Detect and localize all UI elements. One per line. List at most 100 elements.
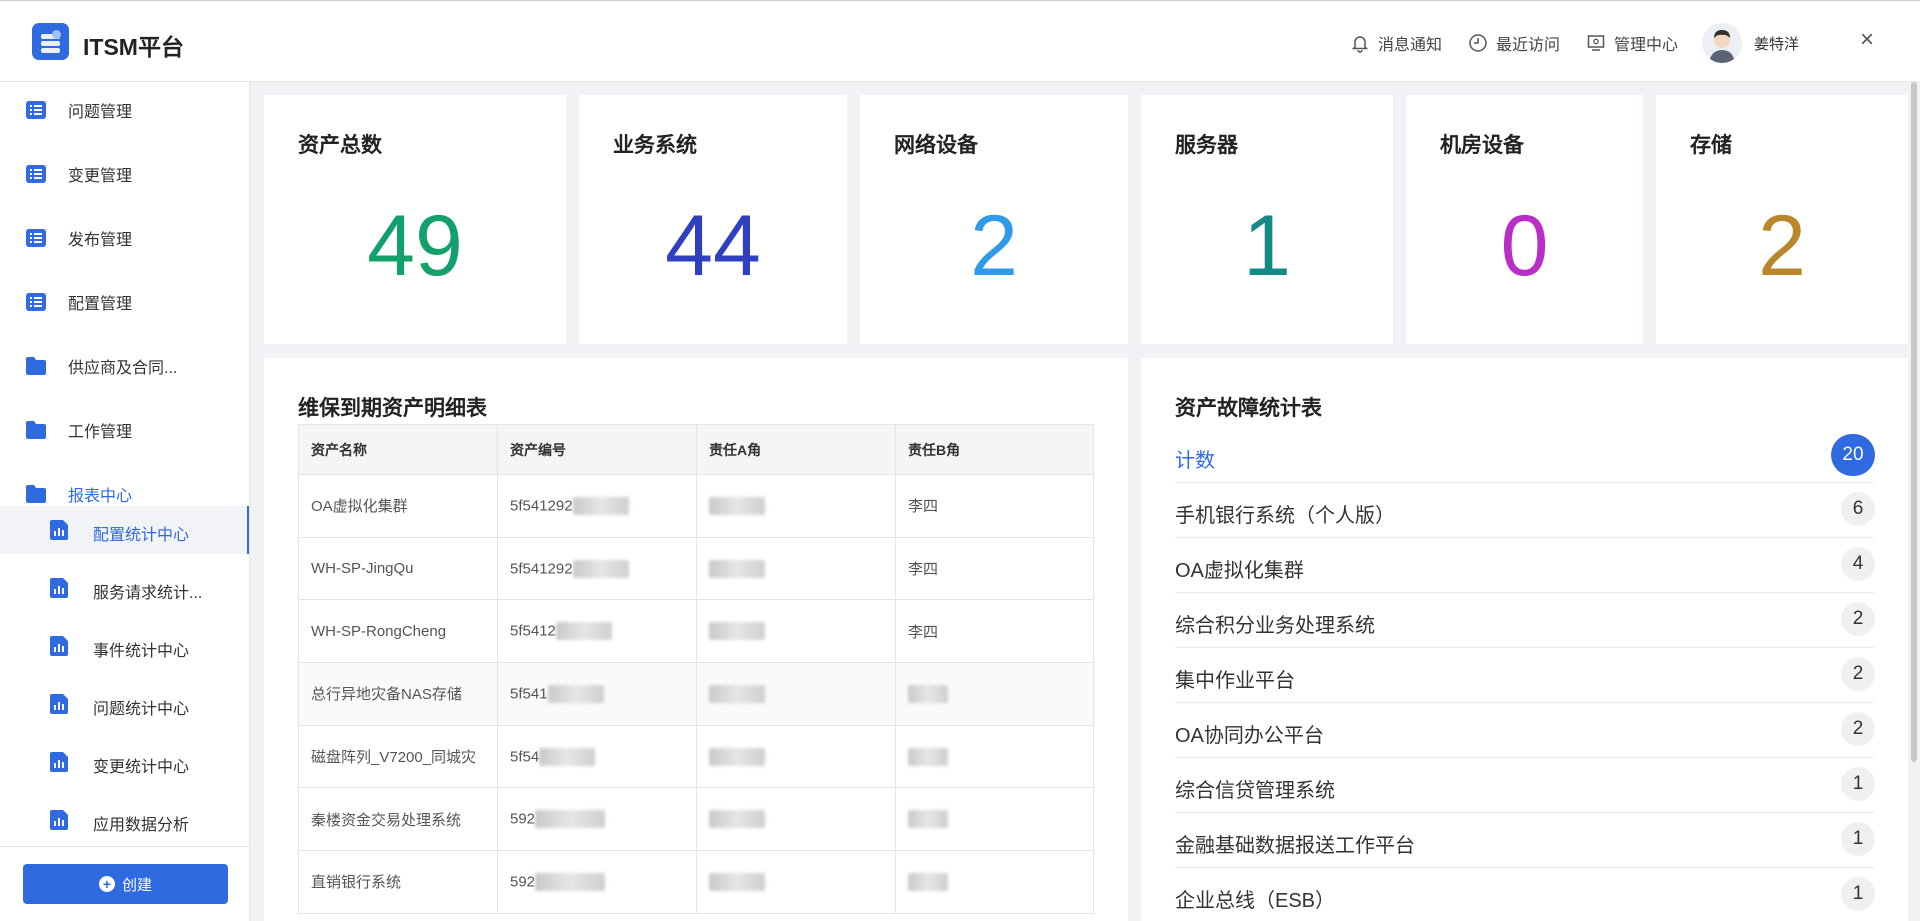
report-icon bbox=[50, 636, 68, 656]
owner-a-cell bbox=[696, 536, 896, 601]
list-item[interactable]: OA协同办公平台 2 bbox=[1175, 703, 1875, 758]
redacted-block bbox=[709, 810, 765, 829]
sidebar-item-release-management[interactable]: 发布管理 bbox=[0, 218, 249, 258]
column-header[interactable]: 资产名称 bbox=[298, 424, 498, 475]
stat-card-total-assets: 资产总数 49 bbox=[264, 95, 566, 344]
fault-count-header: 计数 20 bbox=[1175, 428, 1875, 483]
stat-value: 2 bbox=[970, 198, 1018, 294]
create-button-label: 创建 bbox=[121, 876, 152, 894]
notifications-button[interactable]: 消息通知 bbox=[1350, 31, 1442, 55]
sidebar-subitem-service-request-stats[interactable]: 服务请求统计... bbox=[0, 564, 249, 612]
fault-count-badge: 1 bbox=[1841, 877, 1875, 911]
close-icon[interactable]: × bbox=[1856, 28, 1878, 52]
redacted-block bbox=[709, 559, 765, 578]
folder-icon bbox=[26, 357, 46, 375]
user-avatar-icon bbox=[1709, 30, 1735, 63]
fault-system-name: 综合信贷管理系统 bbox=[1175, 780, 1335, 802]
top-header: ITSM平台 消息通知 最近访问 管理中心 姜特洋 × bbox=[0, 0, 1920, 82]
table-row[interactable]: 秦楼资金交易处理系统 592 bbox=[298, 787, 1094, 852]
sidebar-subitem-label: 应用数据分析 bbox=[93, 817, 190, 834]
sidebar-item-problem-management[interactable]: 问题管理 bbox=[0, 90, 249, 130]
asset-code: 592 bbox=[510, 810, 536, 828]
list-icon bbox=[26, 229, 46, 247]
redacted-block bbox=[539, 747, 596, 766]
list-item[interactable]: 企业总线（ESB） 1 bbox=[1175, 868, 1875, 921]
recent-visits-label: 最近访问 bbox=[1496, 37, 1561, 54]
sidebar-item-config-management[interactable]: 配置管理 bbox=[0, 282, 249, 322]
table-row[interactable]: WH-SP-JingQu 5f541292 李四 bbox=[298, 536, 1094, 601]
list-item[interactable]: 综合积分业务处理系统 2 bbox=[1175, 593, 1875, 648]
asset-code-cell: 5f5412 bbox=[497, 599, 697, 664]
notifications-label: 消息通知 bbox=[1378, 37, 1443, 54]
sidebar-subitem-config-stats[interactable]: 配置统计中心 bbox=[0, 506, 249, 554]
table-row[interactable]: OA虚拟化集群 5f541292 李四 bbox=[298, 474, 1094, 538]
sidebar-subitem-problem-stats[interactable]: 问题统计中心 bbox=[0, 680, 249, 728]
sidebar-item-label: 供应商及合同... bbox=[68, 360, 178, 377]
folder-icon bbox=[26, 421, 46, 439]
sidebar-item-work-management[interactable]: 工作管理 bbox=[0, 410, 249, 450]
asset-code-cell: 5f541 bbox=[497, 662, 697, 726]
list-item[interactable]: 集中作业平台 2 bbox=[1175, 648, 1875, 703]
report-icon bbox=[50, 694, 68, 714]
stat-value: 1 bbox=[1243, 198, 1291, 294]
redacted-block bbox=[709, 747, 765, 766]
list-item[interactable]: OA虚拟化集群 4 bbox=[1175, 538, 1875, 593]
asset-code: 5f5412 bbox=[510, 622, 556, 640]
fault-total-badge: 20 bbox=[1831, 434, 1875, 476]
list-item[interactable]: 手机银行系统（个人版） 6 bbox=[1175, 483, 1875, 538]
sidebar-subitem-app-data-analysis[interactable]: 应用数据分析 bbox=[0, 796, 249, 844]
list-item[interactable]: 金融基础数据报送工作平台 1 bbox=[1175, 813, 1875, 868]
owner-a-cell bbox=[696, 599, 896, 664]
asset-code-cell: 5f541292 bbox=[497, 536, 697, 601]
column-header[interactable]: 责任B角 bbox=[895, 424, 1094, 475]
redacted-block bbox=[572, 559, 629, 578]
sidebar-subitem-change-stats[interactable]: 变更统计中心 bbox=[0, 738, 249, 786]
table-row[interactable]: 直销银行系统 592 bbox=[298, 850, 1094, 914]
maintenance-title: 维保到期资产明细表 bbox=[298, 397, 487, 420]
asset-code-cell: 592 bbox=[497, 787, 697, 852]
sidebar-item-label: 问题管理 bbox=[68, 104, 133, 121]
admin-center-button[interactable]: 管理中心 bbox=[1586, 31, 1678, 55]
column-header[interactable]: 责任A角 bbox=[696, 424, 896, 475]
owner-b-cell bbox=[895, 724, 1094, 789]
sidebar-item-change-management[interactable]: 变更管理 bbox=[0, 154, 249, 194]
fault-count-label: 计数 bbox=[1175, 450, 1215, 472]
table-row[interactable]: WH-SP-RongCheng 5f5412 李四 bbox=[298, 599, 1094, 664]
asset-name-cell: OA虚拟化集群 bbox=[298, 474, 498, 538]
table-row[interactable]: 总行异地灾备NAS存储 5f541 bbox=[298, 662, 1094, 726]
user-avatar[interactable] bbox=[1702, 23, 1742, 63]
scrollbar-thumb[interactable] bbox=[1911, 82, 1917, 762]
app-logo-icon bbox=[32, 23, 69, 60]
page-scrollbar[interactable] bbox=[1908, 82, 1920, 921]
sidebar-subitem-incident-stats[interactable]: 事件统计中心 bbox=[0, 622, 249, 670]
sidebar-item-label: 报表中心 bbox=[68, 488, 133, 505]
stat-card-datacenter-devices: 机房设备 0 bbox=[1406, 95, 1643, 344]
redacted-block bbox=[908, 872, 948, 891]
fault-count-badge: 4 bbox=[1841, 547, 1875, 581]
app-title: ITSM平台 bbox=[83, 34, 184, 60]
table-row[interactable]: 磁盘阵列_V7200_同城灾 5f54 bbox=[298, 724, 1094, 789]
asset-name-cell: 总行异地灾备NAS存储 bbox=[298, 662, 498, 726]
sidebar-footer: + 创建 bbox=[0, 846, 249, 921]
stat-title: 服务器 bbox=[1175, 134, 1238, 157]
redacted-block bbox=[555, 622, 612, 641]
redacted-block bbox=[709, 622, 765, 641]
recent-visits-button[interactable]: 最近访问 bbox=[1468, 31, 1560, 55]
fault-system-name: 集中作业平台 bbox=[1175, 670, 1295, 692]
list-item[interactable]: 综合信贷管理系统 1 bbox=[1175, 758, 1875, 813]
column-header[interactable]: 资产编号 bbox=[497, 424, 697, 475]
report-icon bbox=[50, 810, 68, 830]
sidebar-item-vendors-contracts[interactable]: 供应商及合同... bbox=[0, 346, 249, 386]
fault-system-name: OA协同办公平台 bbox=[1175, 725, 1324, 747]
stat-card-network-devices: 网络设备 2 bbox=[860, 95, 1128, 344]
stat-title: 网络设备 bbox=[894, 134, 978, 157]
redacted-block bbox=[535, 810, 606, 829]
create-button[interactable]: + 创建 bbox=[23, 864, 228, 904]
stat-title: 业务系统 bbox=[613, 134, 697, 157]
owner-b-cell bbox=[895, 850, 1094, 914]
fault-system-name: OA虚拟化集群 bbox=[1175, 560, 1304, 582]
username[interactable]: 姜特洋 bbox=[1754, 33, 1799, 54]
list-icon bbox=[26, 293, 46, 311]
asset-code-cell: 5f541292 bbox=[497, 474, 697, 538]
admin-center-label: 管理中心 bbox=[1614, 37, 1679, 54]
